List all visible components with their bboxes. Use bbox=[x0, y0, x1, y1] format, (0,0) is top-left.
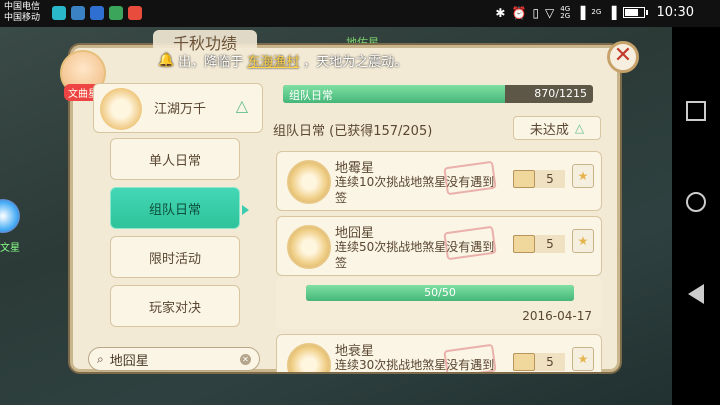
notification-app-icon bbox=[128, 6, 142, 20]
side-tab-limited-event[interactable]: 限时活动 bbox=[110, 236, 240, 278]
network-type-3: 2G bbox=[591, 8, 602, 16]
reward-amount: 5 bbox=[535, 235, 565, 253]
reward-scroll-icon bbox=[513, 170, 535, 188]
carrier-info: 中国电信 中国移动 bbox=[4, 2, 40, 24]
search-icon: ⌕ bbox=[97, 351, 104, 366]
signal-icon: ▐ bbox=[576, 5, 586, 20]
achievement-desc: 连续10次挑战地煞星没有遇到签 bbox=[335, 175, 495, 205]
side-tab-label: 单人日常 bbox=[148, 153, 201, 169]
sub-progress-text: 50/50 bbox=[424, 286, 456, 299]
announcement-prefix: 出，降临于 bbox=[178, 54, 244, 70]
team-daily-progress-bar: 组队日常 870/1215 bbox=[283, 85, 593, 103]
reward-amount: 5 bbox=[535, 353, 565, 371]
side-tab-team-daily[interactable]: 组队日常 bbox=[110, 187, 240, 229]
notification-app-icon bbox=[109, 6, 123, 20]
network-type-2: 2G bbox=[560, 11, 571, 20]
claim-reward-icon[interactable]: ★ bbox=[572, 164, 594, 188]
status-icons: ✱ ⏰ ▯ ▽ 4G 2G ▐ 2G ▐ 10:30 bbox=[495, 5, 694, 20]
achievement-list[interactable]: 地霉星 连续10次挑战地煞星没有遇到签 5 ★ 地囧星 连续50次挑战地煞星没有… bbox=[274, 145, 604, 372]
list-item[interactable]: 地囧星 连续50次挑战地煞星没有遇到签 5 ★ bbox=[276, 216, 602, 276]
notification-app-icon bbox=[71, 6, 85, 20]
achievement-desc: 连续50次挑战地煞星没有遇到签 bbox=[335, 240, 495, 270]
side-character-icon[interactable] bbox=[0, 199, 20, 233]
signal-icon-2: ▐ bbox=[607, 5, 617, 20]
battery-level bbox=[624, 9, 639, 16]
achievement-medal-icon bbox=[287, 225, 331, 269]
side-tab-label: 组队日常 bbox=[148, 202, 201, 218]
carrier-1: 中国电信 bbox=[4, 2, 41, 12]
search-field[interactable]: ⌕ ✕ bbox=[88, 347, 260, 371]
alarm-icon: ⏰ bbox=[511, 5, 527, 20]
recent-apps-button[interactable] bbox=[686, 101, 706, 121]
achievement-medal-icon bbox=[287, 160, 331, 204]
category-label: 江湖万千 bbox=[154, 102, 207, 117]
close-button[interactable]: ✕ bbox=[607, 41, 639, 73]
chevron-up-icon: △ bbox=[574, 121, 585, 135]
completion-date: 2016-04-17 bbox=[522, 309, 592, 323]
notification-icons bbox=[52, 6, 142, 20]
progress-count: 870/1215 bbox=[534, 87, 587, 100]
active-tab-indicator bbox=[242, 205, 249, 215]
clear-search-icon[interactable]: ✕ bbox=[240, 353, 251, 365]
search-input[interactable] bbox=[109, 351, 234, 367]
notification-app-icon bbox=[90, 6, 104, 20]
navigation-bar bbox=[672, 27, 720, 405]
claim-reward-icon[interactable]: ★ bbox=[572, 347, 594, 371]
announcement: 🔔 出，降临于 东海渔村 ，天地为之震动。 bbox=[158, 50, 407, 70]
reward-scroll-icon bbox=[513, 235, 535, 253]
reward-amount: 5 bbox=[535, 170, 565, 188]
network-indicator-1: 4G 2G bbox=[560, 5, 571, 20]
claim-reward-icon[interactable]: ★ bbox=[572, 229, 594, 253]
sub-progress-bar: 50/50 bbox=[306, 285, 574, 301]
side-tab-solo-daily[interactable]: 单人日常 bbox=[110, 138, 240, 180]
home-button[interactable] bbox=[686, 192, 706, 212]
chevron-up-icon: △ bbox=[235, 96, 248, 115]
close-icon: ✕ bbox=[613, 43, 633, 68]
back-button[interactable] bbox=[688, 284, 704, 304]
progress-name: 组队日常 bbox=[289, 89, 333, 102]
side-character-label: 文星 bbox=[0, 243, 20, 254]
clock: 10:30 bbox=[656, 5, 694, 20]
vibrate-icon: ▯ bbox=[532, 5, 540, 20]
achievement-desc: 连续30次挑战地煞星没有遇到签 bbox=[335, 358, 495, 372]
announcement-place-link[interactable]: 东海渔村 bbox=[247, 51, 299, 70]
announcement-suffix: ，天地为之震动。 bbox=[303, 54, 408, 70]
battery-icon bbox=[622, 7, 648, 18]
list-item[interactable]: 地衰星 连续30次挑战地煞星没有遇到签 5 ★ bbox=[276, 334, 602, 372]
notification-app-icon bbox=[52, 6, 66, 20]
bluetooth-icon: ✱ bbox=[495, 5, 506, 20]
achievement-medal-icon bbox=[287, 343, 331, 372]
wifi-icon: ▽ bbox=[545, 5, 555, 20]
category-header[interactable]: 江湖万千 △ bbox=[93, 83, 263, 133]
completion-filter-label: 未达成 bbox=[529, 122, 569, 138]
section-title: 组队日常 (已获得157/205) bbox=[273, 124, 433, 139]
reward-scroll-icon bbox=[513, 353, 535, 371]
side-tab-label: 限时活动 bbox=[148, 251, 201, 267]
carrier-2: 中国移动 bbox=[4, 13, 41, 23]
category-medal-icon bbox=[100, 88, 142, 130]
horn-icon: 🔔 bbox=[158, 52, 175, 68]
completion-filter-button[interactable]: 未达成 △ bbox=[513, 116, 601, 140]
status-bar: 中国电信 中国移动 ✱ ⏰ ▯ ▽ 4G 2G ▐ 2G ▐ 10:30 bbox=[0, 0, 720, 27]
list-item[interactable]: 地霉星 连续10次挑战地煞星没有遇到签 5 ★ bbox=[276, 151, 602, 211]
side-tab-label: 玩家对决 bbox=[148, 300, 201, 316]
side-tab-pvp[interactable]: 玩家对决 bbox=[110, 285, 240, 327]
sub-progress-card: 50/50 2016-04-17 bbox=[276, 277, 602, 329]
